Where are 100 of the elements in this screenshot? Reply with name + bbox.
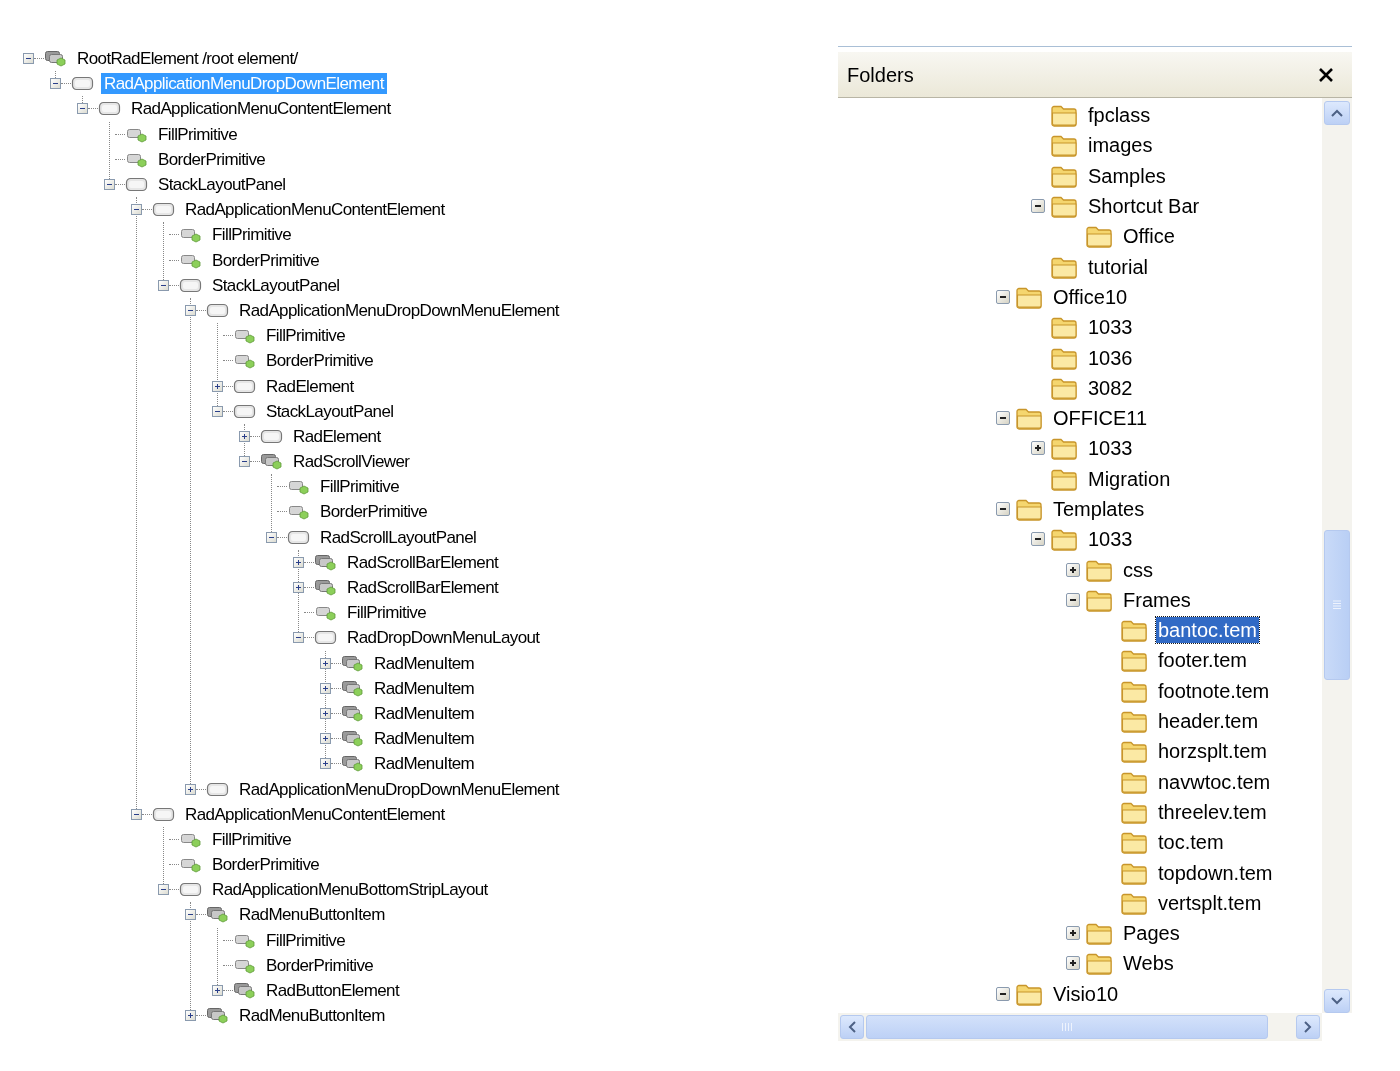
folder-label[interactable]: horzsplt.tem	[1156, 738, 1269, 765]
tree-node-label[interactable]: BorderPrimitive	[155, 148, 269, 170]
tree-node-label[interactable]: RadMenuItem	[371, 728, 478, 750]
expand-toggle[interactable]	[320, 657, 331, 669]
tree-node-label[interactable]: RadApplicationMenuDropDownMenuElement	[236, 299, 562, 321]
expand-toggle[interactable]	[320, 733, 331, 745]
expand-toggle[interactable]	[293, 556, 304, 568]
folder-label[interactable]: 1033	[1086, 526, 1135, 553]
scroll-thumb[interactable]	[866, 1015, 1268, 1039]
collapse-toggle[interactable]	[185, 909, 196, 921]
tree-node-label[interactable]: BorderPrimitive	[209, 249, 323, 271]
expand-toggle[interactable]	[212, 380, 223, 392]
folder-label[interactable]: images	[1086, 132, 1155, 159]
tree-node-label[interactable]: RadScrollLayoutPanel	[317, 526, 480, 548]
collapse-toggle[interactable]	[996, 411, 1010, 426]
collapse-toggle[interactable]	[50, 78, 61, 90]
tree-node-label[interactable]: FillPrimitive	[209, 828, 295, 850]
collapse-toggle[interactable]	[1031, 199, 1045, 214]
folder-label[interactable]: header.tem	[1156, 708, 1261, 735]
folder-label[interactable]: Office10	[1051, 283, 1130, 310]
folder-label[interactable]: topdown.tem	[1156, 859, 1275, 886]
tree-node-label[interactable]: BorderPrimitive	[263, 954, 377, 976]
collapse-toggle[interactable]	[104, 179, 115, 191]
folder-label[interactable]: css	[1121, 556, 1155, 583]
folder-label[interactable]: Migration	[1086, 465, 1173, 492]
tree-node-label[interactable]: RadMenuButtonItem	[236, 1005, 388, 1027]
tree-node-label[interactable]: RadMenuItem	[371, 753, 478, 775]
tree-node-label[interactable]: RadElement	[290, 425, 384, 447]
vertical-scrollbar[interactable]	[1322, 98, 1352, 1013]
close-icon[interactable]	[1318, 66, 1334, 83]
tree-node-label[interactable]: RadApplicationMenuContentElement	[182, 199, 448, 221]
collapse-toggle[interactable]	[1066, 592, 1080, 607]
collapse-toggle[interactable]	[996, 986, 1010, 1001]
expand-toggle[interactable]	[1066, 562, 1080, 577]
collapse-toggle[interactable]	[131, 808, 142, 820]
tree-node-label[interactable]: BorderPrimitive	[317, 501, 431, 523]
folder-label[interactable]: tutorial	[1086, 253, 1151, 280]
tree-node-label[interactable]: StackLayoutPanel	[155, 174, 289, 196]
expand-toggle[interactable]	[185, 1010, 196, 1022]
tree-node-label[interactable]: FillPrimitive	[263, 325, 349, 347]
scroll-thumb[interactable]	[1324, 530, 1350, 680]
tree-node-label[interactable]: RadApplicationMenuContentElement	[182, 803, 448, 825]
folder-label[interactable]: Frames	[1121, 586, 1193, 613]
folder-label[interactable]: vertsplt.tem	[1156, 889, 1264, 916]
collapse-toggle[interactable]	[131, 204, 142, 216]
tree-node-label[interactable]: FillPrimitive	[209, 224, 295, 246]
collapse-toggle[interactable]	[266, 531, 277, 543]
tree-node-label[interactable]: RadApplicationMenuBottomStripLayout	[209, 879, 491, 901]
scroll-left-button[interactable]	[840, 1015, 864, 1039]
tree-node-label[interactable]: RadDropDownMenuLayout	[344, 627, 543, 649]
tree-node-label[interactable]: BorderPrimitive	[209, 854, 323, 876]
expand-toggle[interactable]	[239, 430, 250, 442]
tree-node-label[interactable]: RadApplicationMenuDropDownMenuElement	[236, 778, 562, 800]
horizontal-scrollbar[interactable]	[838, 1013, 1322, 1041]
folder-label[interactable]: OFFICE11	[1051, 405, 1150, 432]
folder-label[interactable]: Templates	[1051, 496, 1147, 522]
collapse-toggle[interactable]	[996, 289, 1010, 304]
scroll-up-button[interactable]	[1324, 101, 1350, 125]
expand-toggle[interactable]	[1031, 441, 1045, 456]
tree-node-label[interactable]: RadMenuItem	[371, 702, 478, 724]
folder-label[interactable]: 1036	[1086, 344, 1135, 371]
collapse-toggle[interactable]	[212, 405, 223, 417]
folder-label[interactable]: footnote.tem	[1156, 677, 1272, 704]
tree-node-label[interactable]: StackLayoutPanel	[209, 274, 343, 296]
tree-node-label[interactable]: RadMenuButtonItem	[236, 904, 388, 926]
expand-toggle[interactable]	[320, 682, 331, 694]
folder-label[interactable]: threelev.tem	[1156, 798, 1269, 825]
folder-label[interactable]: Shortcut Bar	[1086, 193, 1202, 220]
collapse-toggle[interactable]	[185, 304, 196, 316]
collapse-toggle[interactable]	[158, 279, 169, 291]
folder-label[interactable]: Webs	[1121, 950, 1176, 977]
expand-toggle[interactable]	[1066, 956, 1080, 971]
folder-label[interactable]: 3082	[1086, 374, 1135, 401]
folder-label[interactable]: bantoc.tem	[1156, 617, 1259, 644]
collapse-toggle[interactable]	[293, 632, 304, 644]
folder-label[interactable]: toc.tem	[1156, 829, 1226, 856]
tree-node-label[interactable]: FillPrimitive	[263, 929, 349, 951]
tree-node-label[interactable]: FillPrimitive	[155, 123, 241, 145]
collapse-toggle[interactable]	[158, 884, 169, 896]
folder-label[interactable]: footer.tem	[1156, 647, 1249, 674]
scroll-down-button[interactable]	[1324, 989, 1350, 1013]
tree-node-label[interactable]: StackLayoutPanel	[263, 400, 397, 422]
tree-node-label[interactable]: RadMenuItem	[371, 652, 478, 674]
folder-label[interactable]: Visio10	[1051, 980, 1121, 1007]
tree-node-label[interactable]: RadMenuItem	[371, 677, 478, 699]
collapse-toggle[interactable]	[1031, 532, 1045, 547]
tree-node-label[interactable]: FillPrimitive	[317, 476, 403, 498]
folder-label[interactable]: fpclass	[1086, 102, 1153, 129]
folder-label[interactable]: Samples	[1086, 162, 1168, 189]
tree-node-label[interactable]: RadElement	[263, 375, 357, 397]
tree-node-label[interactable]: RadScrollBarElement	[344, 551, 502, 573]
expand-toggle[interactable]	[320, 707, 331, 719]
expand-toggle[interactable]	[185, 783, 196, 795]
expand-toggle[interactable]	[320, 758, 331, 770]
collapse-toggle[interactable]	[23, 53, 34, 65]
tree-node-label[interactable]: FillPrimitive	[344, 602, 430, 624]
expand-toggle[interactable]	[293, 582, 304, 594]
tree-node-label[interactable]: RadScrollBarElement	[344, 577, 502, 599]
scroll-right-button[interactable]	[1296, 1015, 1320, 1039]
folder-label[interactable]: 1033	[1086, 314, 1135, 341]
